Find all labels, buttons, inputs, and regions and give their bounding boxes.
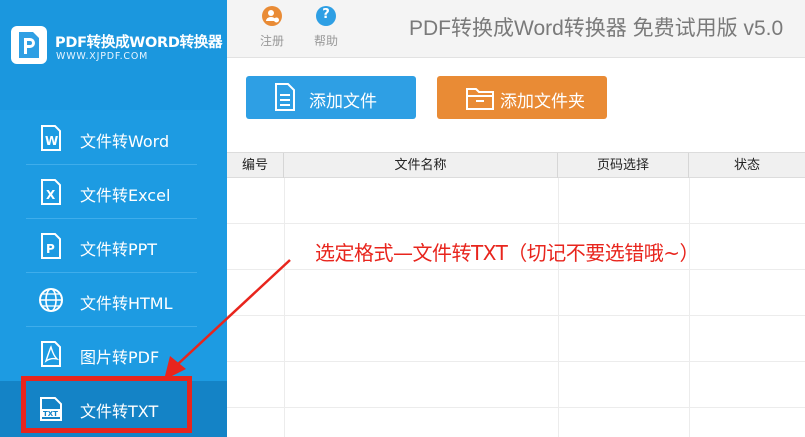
sidebar-item-word[interactable]: W 文件转Word (0, 111, 227, 165)
app-title: PDF转换成Word转换器 免费试用版 v5.0 (409, 17, 784, 40)
help-icon-glyph: ? (322, 7, 330, 22)
row-divider (227, 315, 805, 316)
toolbar: 注册 ? 帮助 PDF转换成Word转换器 免费试用版 v5.0 (227, 0, 805, 58)
brand-title: PDF转换成WORD转换器 (55, 35, 223, 51)
sidebar-item-label: 图片转PDF (80, 348, 160, 367)
document-icon (274, 83, 296, 116)
add-folder-button[interactable]: 添加文件夹 (437, 76, 607, 119)
sidebar-item-label: 文件转PPT (80, 240, 158, 259)
word-icon: W (38, 125, 64, 151)
help-button[interactable]: ? 帮助 (306, 6, 346, 49)
register-button[interactable]: 注册 (252, 6, 292, 49)
app-window: PDF转换成WORD转换器 WWW.XJPDF.COM W 文件转Word X … (0, 0, 805, 437)
table-header: 编号 文件名称 页码选择 状态 (227, 152, 805, 178)
svg-text:W: W (45, 134, 58, 148)
add-file-button[interactable]: 添加文件 (246, 76, 416, 119)
sidebar-item-html[interactable]: 文件转HTML (0, 273, 227, 327)
sidebar: PDF转换成WORD转换器 WWW.XJPDF.COM W 文件转Word X … (0, 0, 227, 437)
row-divider (227, 361, 805, 362)
help-label: 帮助 (313, 34, 338, 48)
sidebar-item-label: 文件转Word (80, 132, 170, 151)
user-icon (262, 6, 282, 26)
file-table: 编号 文件名称 页码选择 状态 (227, 152, 805, 437)
action-bar: 添加文件 添加文件夹 (227, 58, 805, 152)
ppt-icon: P (38, 233, 64, 259)
row-divider (227, 223, 805, 224)
sidebar-item-excel[interactable]: X 文件转Excel (0, 165, 227, 219)
column-header-page-select[interactable]: 页码选择 (558, 153, 689, 178)
instruction-annotation: 选定格式—文件转TXT（切记不要选错哦~） (315, 241, 700, 265)
sidebar-item-image-to-pdf[interactable]: 图片转PDF (0, 327, 227, 381)
add-file-label: 添加文件 (309, 92, 377, 112)
excel-icon: X (38, 179, 64, 205)
app-logo-icon (11, 26, 47, 64)
column-divider (284, 178, 285, 437)
globe-icon (38, 287, 64, 313)
register-label: 注册 (259, 34, 284, 48)
svg-text:P: P (46, 242, 55, 256)
folder-icon (465, 85, 495, 116)
selection-highlight-box (21, 376, 192, 433)
column-divider (558, 178, 559, 437)
pdf-icon (38, 341, 64, 367)
column-header-number[interactable]: 编号 (227, 153, 284, 178)
help-icon: ? (316, 6, 336, 26)
sidebar-item-ppt[interactable]: P 文件转PPT (0, 219, 227, 273)
brand-header: PDF转换成WORD转换器 WWW.XJPDF.COM (0, 0, 227, 110)
column-header-filename[interactable]: 文件名称 (284, 153, 558, 178)
add-folder-label: 添加文件夹 (500, 92, 585, 112)
column-header-status[interactable]: 状态 (689, 153, 805, 178)
svg-text:X: X (46, 188, 56, 202)
sidebar-item-label: 文件转HTML (80, 294, 173, 313)
column-divider (689, 178, 690, 437)
row-divider (227, 407, 805, 408)
brand-subtitle: WWW.XJPDF.COM (56, 51, 149, 62)
row-divider (227, 269, 805, 270)
sidebar-item-label: 文件转Excel (80, 186, 171, 205)
